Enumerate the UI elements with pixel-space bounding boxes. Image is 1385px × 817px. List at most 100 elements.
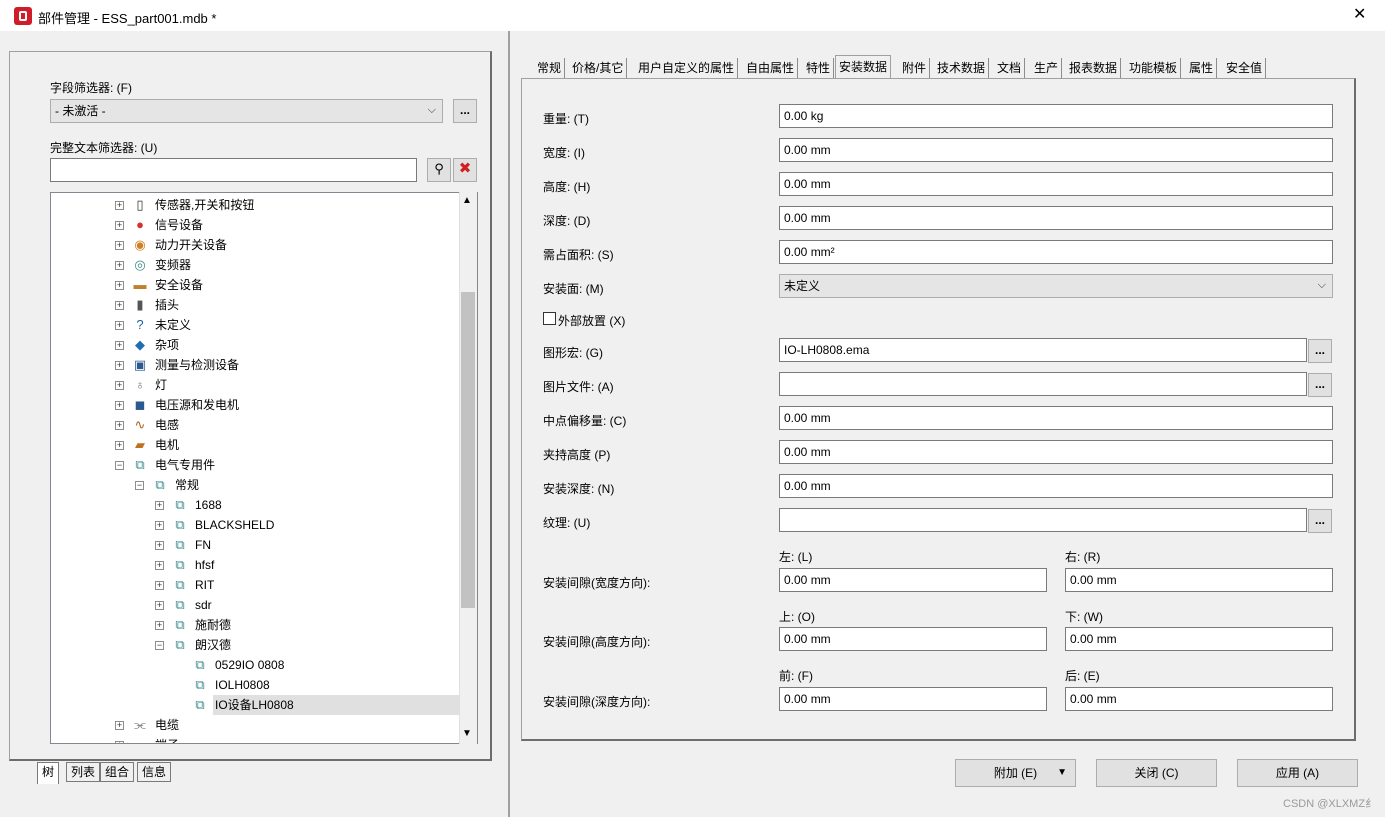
tree-node[interactable]: − ⧉ 电气专用件 [51, 455, 459, 475]
pane-splitter[interactable] [508, 31, 510, 817]
tree-node[interactable]: + ◎ 变频器 [51, 255, 459, 275]
tree-node[interactable]: + ⧉ RIT [51, 575, 459, 595]
collapse-icon[interactable]: − [115, 461, 124, 470]
tree-node[interactable]: +? 未定义 [51, 315, 459, 335]
expand-icon[interactable]: + [115, 441, 124, 450]
field-filter-select[interactable]: - 未激活 - ⌵ [50, 99, 443, 123]
bottom-tab[interactable]: 组合 [100, 762, 135, 782]
weight-field[interactable]: 0.00 kg [779, 104, 1333, 128]
area-field[interactable]: 0.00 mm² [779, 240, 1333, 264]
close-button[interactable]: 关闭 (C) [1096, 759, 1217, 787]
expand-icon[interactable]: + [155, 581, 164, 590]
tree-scroll-thumb[interactable] [461, 292, 475, 608]
add-button[interactable]: 附加 (E) ▼ [955, 759, 1076, 787]
clearance-front-field[interactable]: 0.00 mm [779, 687, 1047, 711]
clearance-back-field[interactable]: 0.00 mm [1065, 687, 1333, 711]
tree-node[interactable]: + ⧉ 施耐德 [51, 615, 459, 635]
property-tab[interactable]: 安装数据 [835, 55, 892, 79]
tree-node[interactable]: + ⧉ BLACKSHELD [51, 515, 459, 535]
image-file-field[interactable] [779, 372, 1307, 396]
tree-node[interactable]: − ⧉ 朗汉德 [51, 635, 459, 655]
expand-icon[interactable]: + [155, 621, 164, 630]
tree-node[interactable]: ⧉ 0529IO 0808 [51, 655, 459, 675]
graphic-macro-browse-button[interactable]: ... [1308, 339, 1332, 363]
clearance-top-field[interactable]: 0.00 mm [779, 627, 1047, 651]
property-tab[interactable]: 技术数据 [934, 58, 990, 79]
height-field[interactable]: 0.00 mm [779, 172, 1333, 196]
tree-node[interactable]: + ◆ 杂项 [51, 335, 459, 355]
scroll-up-arrow-icon[interactable]: ▲ [462, 195, 472, 206]
expand-icon[interactable]: + [115, 401, 124, 410]
expand-icon[interactable]: + [155, 601, 164, 610]
tree-node[interactable]: + ⧉ FN [51, 535, 459, 555]
tree-node[interactable]: + ⧉ sdr [51, 595, 459, 615]
tree-node[interactable]: + ▬ 端子 [51, 735, 459, 743]
field-filter-more-button[interactable]: ... [453, 99, 477, 123]
graphic-macro-field[interactable]: IO-LH0808.ema [779, 338, 1307, 362]
expand-icon[interactable]: + [115, 301, 124, 310]
tree-node[interactable]: + ▬ 安全设备 [51, 275, 459, 295]
mount-depth-field[interactable]: 0.00 mm [779, 474, 1333, 498]
tree-node[interactable]: + ▮ 插头 [51, 295, 459, 315]
property-tab[interactable]: 文档 [994, 58, 1026, 79]
bottom-tab[interactable]: 列表 [66, 762, 101, 782]
property-tab[interactable]: 用户自定义的属性 [635, 58, 739, 79]
clearance-right-field[interactable]: 0.00 mm [1065, 568, 1333, 592]
expand-icon[interactable]: + [115, 221, 124, 230]
close-window-button[interactable]: ✕ [1353, 6, 1366, 24]
tree-node[interactable]: + ▣ 测量与检测设备 [51, 355, 459, 375]
tree-node[interactable]: + ⧉ hfsf [51, 555, 459, 575]
clamp-height-field[interactable]: 0.00 mm [779, 440, 1333, 464]
expand-icon[interactable]: + [155, 561, 164, 570]
fulltext-filter-input[interactable] [50, 158, 417, 182]
tree-node[interactable]: + ◼ 电压源和发电机 [51, 395, 459, 415]
expand-icon[interactable]: + [115, 381, 124, 390]
property-tab[interactable]: 功能模板 [1126, 58, 1182, 79]
expand-icon[interactable]: + [115, 261, 124, 270]
tree-node[interactable]: + ♁ 灯 [51, 375, 459, 395]
width-field[interactable]: 0.00 mm [779, 138, 1333, 162]
expand-icon[interactable]: + [155, 541, 164, 550]
tree-node[interactable]: + ◉ 动力开关设备 [51, 235, 459, 255]
depth-field[interactable]: 0.00 mm [779, 206, 1333, 230]
clear-filter-button[interactable]: ✖ [453, 158, 477, 182]
expand-icon[interactable]: + [155, 501, 164, 510]
property-tab[interactable]: 常规 [534, 58, 566, 79]
property-tab[interactable]: 报表数据 [1066, 58, 1122, 79]
expand-icon[interactable]: + [115, 241, 124, 250]
center-offset-field[interactable]: 0.00 mm [779, 406, 1333, 430]
mount-surface-select[interactable]: 未定义 ⌵ [779, 274, 1333, 298]
tree-node[interactable]: + ▰ 电机 [51, 435, 459, 455]
dropdown-arrow-icon[interactable]: ▼ [1057, 760, 1067, 786]
tree-node[interactable]: + ⧉ 1688 [51, 495, 459, 515]
tree-node[interactable]: + ● 信号设备 [51, 215, 459, 235]
tree-node[interactable]: − ⧉ 常规 [51, 475, 459, 495]
texture-field[interactable] [779, 508, 1307, 532]
property-tab[interactable]: 特性 [803, 58, 835, 79]
property-tab[interactable]: 生产 [1031, 58, 1063, 79]
property-tab[interactable]: 附件 [899, 58, 931, 79]
scroll-down-arrow-icon[interactable]: ▼ [462, 728, 472, 739]
expand-icon[interactable]: + [115, 321, 124, 330]
bottom-tab[interactable]: 树 [37, 762, 60, 784]
expand-icon[interactable]: + [115, 281, 124, 290]
property-tab[interactable]: 属性 [1186, 58, 1218, 79]
texture-browse-button[interactable]: ... [1308, 509, 1332, 533]
image-file-browse-button[interactable]: ... [1308, 373, 1332, 397]
external-placement-checkbox[interactable] [543, 312, 556, 325]
tree-node[interactable]: + ⫘ 电缆 [51, 715, 459, 735]
clearance-bottom-field[interactable]: 0.00 mm [1065, 627, 1333, 651]
binoculars-search-button[interactable]: ⚲ [427, 158, 451, 182]
tree-node[interactable]: ⧉ IOLH0808 [51, 675, 459, 695]
expand-icon[interactable]: + [115, 721, 124, 730]
expand-icon[interactable]: + [155, 521, 164, 530]
expand-icon[interactable]: + [115, 361, 124, 370]
bottom-tab[interactable]: 信息 [137, 762, 172, 782]
clearance-left-field[interactable]: 0.00 mm [779, 568, 1047, 592]
collapse-icon[interactable]: − [155, 641, 164, 650]
expand-icon[interactable]: + [115, 421, 124, 430]
expand-icon[interactable]: + [115, 341, 124, 350]
tree-node[interactable]: + ▯ 传感器,开关和按钮 [51, 195, 459, 215]
tree-node[interactable]: ⧉ IO设备LH0808 [51, 695, 459, 715]
apply-button[interactable]: 应用 (A) [1237, 759, 1358, 787]
